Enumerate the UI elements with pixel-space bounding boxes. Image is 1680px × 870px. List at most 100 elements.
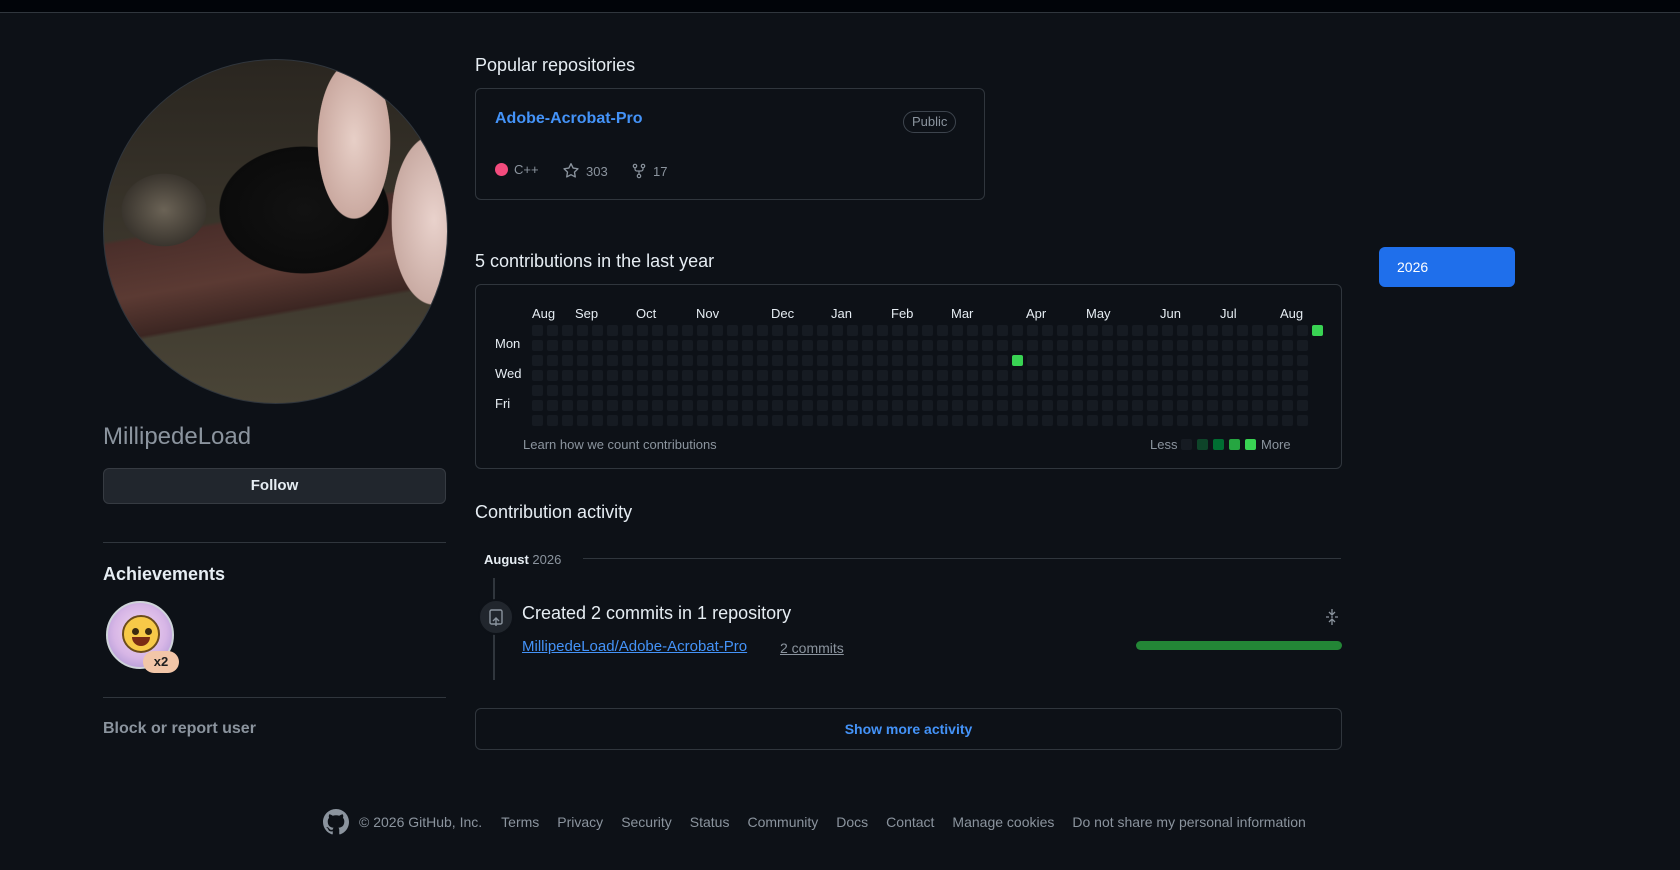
contribution-cell[interactable] bbox=[1132, 325, 1143, 336]
contribution-cell[interactable] bbox=[1297, 400, 1308, 411]
contribution-cell[interactable] bbox=[652, 325, 663, 336]
contribution-cell[interactable] bbox=[1267, 415, 1278, 426]
contribution-cell[interactable] bbox=[1087, 400, 1098, 411]
contribution-cell[interactable] bbox=[862, 340, 873, 351]
contribution-cell[interactable] bbox=[1222, 400, 1233, 411]
contribution-cell[interactable] bbox=[1057, 355, 1068, 366]
contribution-cell[interactable] bbox=[1042, 385, 1053, 396]
contribution-cell[interactable] bbox=[1252, 355, 1263, 366]
contribution-cell[interactable] bbox=[1177, 370, 1188, 381]
contribution-cell[interactable] bbox=[712, 415, 723, 426]
commit-count-link[interactable]: 2 commits bbox=[780, 640, 844, 656]
contribution-cell[interactable] bbox=[622, 340, 633, 351]
contribution-cell[interactable] bbox=[922, 370, 933, 381]
contribution-cell[interactable] bbox=[1057, 340, 1068, 351]
contribution-cell[interactable] bbox=[1102, 325, 1113, 336]
contribution-cell[interactable] bbox=[817, 385, 828, 396]
contribution-cell[interactable] bbox=[637, 325, 648, 336]
contribution-cell[interactable] bbox=[847, 370, 858, 381]
contribution-cell[interactable] bbox=[667, 325, 678, 336]
contribution-cell[interactable] bbox=[622, 400, 633, 411]
contribution-cell[interactable] bbox=[712, 370, 723, 381]
contribution-cell[interactable] bbox=[532, 355, 543, 366]
contribution-cell[interactable] bbox=[862, 385, 873, 396]
contribution-cell[interactable] bbox=[1102, 400, 1113, 411]
contribution-cell[interactable] bbox=[727, 370, 738, 381]
contribution-cell[interactable] bbox=[1027, 325, 1038, 336]
contribution-cell[interactable] bbox=[592, 340, 603, 351]
contribution-cell[interactable] bbox=[802, 340, 813, 351]
contribution-cell[interactable] bbox=[622, 415, 633, 426]
contribution-cell[interactable] bbox=[1252, 370, 1263, 381]
contribution-cell[interactable] bbox=[1282, 370, 1293, 381]
contribution-cell[interactable] bbox=[1237, 325, 1248, 336]
contribution-cell[interactable] bbox=[622, 355, 633, 366]
footer-link-status[interactable]: Status bbox=[690, 814, 730, 830]
contribution-cell[interactable] bbox=[1177, 415, 1188, 426]
contribution-cell[interactable] bbox=[997, 325, 1008, 336]
contribution-cell[interactable] bbox=[697, 400, 708, 411]
contribution-cell[interactable] bbox=[772, 400, 783, 411]
contribution-cell[interactable] bbox=[997, 415, 1008, 426]
contribution-cell[interactable] bbox=[967, 400, 978, 411]
contribution-cell[interactable] bbox=[802, 415, 813, 426]
contribution-cell[interactable] bbox=[862, 415, 873, 426]
contribution-cell[interactable] bbox=[832, 370, 843, 381]
contribution-cell[interactable] bbox=[667, 340, 678, 351]
contribution-cell[interactable] bbox=[682, 385, 693, 396]
contribution-cell[interactable] bbox=[1297, 355, 1308, 366]
contribution-cell[interactable] bbox=[1012, 340, 1023, 351]
contribution-cell[interactable] bbox=[742, 415, 753, 426]
contribution-cell[interactable] bbox=[1132, 415, 1143, 426]
contribution-cell[interactable] bbox=[562, 370, 573, 381]
contribution-cell[interactable] bbox=[1027, 415, 1038, 426]
contribution-cell[interactable] bbox=[637, 370, 648, 381]
contribution-cell[interactable] bbox=[937, 415, 948, 426]
contribution-cell[interactable] bbox=[1117, 325, 1128, 336]
contribution-cell[interactable] bbox=[1252, 325, 1263, 336]
contribution-cell[interactable] bbox=[1027, 355, 1038, 366]
contribution-cell[interactable] bbox=[787, 340, 798, 351]
contribution-cell[interactable] bbox=[1072, 385, 1083, 396]
contribution-cell[interactable] bbox=[667, 415, 678, 426]
contribution-cell[interactable] bbox=[667, 400, 678, 411]
contribution-cell[interactable] bbox=[907, 355, 918, 366]
follow-button[interactable]: Follow bbox=[103, 468, 446, 504]
contribution-cell[interactable] bbox=[1267, 370, 1278, 381]
contribution-cell[interactable] bbox=[1072, 340, 1083, 351]
contribution-cell[interactable] bbox=[1162, 400, 1173, 411]
contribution-cell[interactable] bbox=[577, 385, 588, 396]
contribution-cell[interactable] bbox=[1207, 415, 1218, 426]
year-2026-button[interactable]: 2026 bbox=[1379, 247, 1515, 287]
contribution-cell[interactable] bbox=[547, 415, 558, 426]
contribution-cell[interactable] bbox=[1027, 370, 1038, 381]
contribution-cell[interactable] bbox=[877, 325, 888, 336]
contribution-cell[interactable] bbox=[757, 400, 768, 411]
contribution-cell[interactable] bbox=[607, 400, 618, 411]
contribution-cell[interactable] bbox=[577, 370, 588, 381]
contribution-cell[interactable] bbox=[1192, 355, 1203, 366]
contribution-cell[interactable] bbox=[982, 355, 993, 366]
contribution-cell[interactable] bbox=[1147, 415, 1158, 426]
contribution-cell[interactable] bbox=[547, 400, 558, 411]
fold-icon[interactable] bbox=[1324, 608, 1340, 626]
contribution-cell[interactable] bbox=[1057, 385, 1068, 396]
contribution-cell[interactable] bbox=[607, 355, 618, 366]
contribution-cell[interactable] bbox=[652, 355, 663, 366]
contribution-cell[interactable] bbox=[562, 400, 573, 411]
contribution-cell[interactable] bbox=[1297, 415, 1308, 426]
contribution-cell[interactable] bbox=[847, 415, 858, 426]
contribution-cell[interactable] bbox=[847, 355, 858, 366]
contribution-cell[interactable] bbox=[1297, 385, 1308, 396]
contribution-cell[interactable] bbox=[1087, 325, 1098, 336]
contribution-cell[interactable] bbox=[1087, 385, 1098, 396]
contribution-cell[interactable] bbox=[562, 415, 573, 426]
contribution-cell[interactable] bbox=[1282, 355, 1293, 366]
contribution-cell[interactable] bbox=[1102, 340, 1113, 351]
contribution-cell[interactable] bbox=[877, 400, 888, 411]
contribution-cell[interactable] bbox=[727, 325, 738, 336]
contribution-cell[interactable] bbox=[1282, 415, 1293, 426]
contribution-cell[interactable] bbox=[967, 385, 978, 396]
commit-repo-link[interactable]: MillipedeLoad/Adobe-Acrobat-Pro bbox=[522, 638, 747, 655]
contribution-cell[interactable] bbox=[1132, 385, 1143, 396]
